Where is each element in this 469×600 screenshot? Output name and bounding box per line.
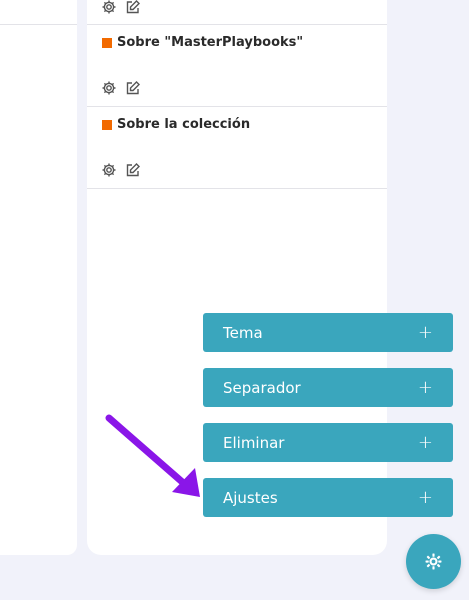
gear-icon[interactable] <box>101 80 117 96</box>
item-title-text: Sobre la colección <box>117 117 251 132</box>
menu-item-label: Tema <box>223 323 263 342</box>
item-title-text: Sobre "MasterPlaybooks" <box>117 35 304 50</box>
divider <box>0 24 77 25</box>
edit-icon[interactable] <box>125 162 141 178</box>
plus-icon: + <box>417 431 433 453</box>
settings-fab[interactable] <box>406 534 461 589</box>
menu-item-label: Separador <box>223 378 301 397</box>
orange-square-icon <box>102 119 112 130</box>
menu-item-eliminar[interactable]: Eliminar + <box>203 423 453 462</box>
edit-icon[interactable] <box>125 80 141 96</box>
item-title: Sobre "MasterPlaybooks" <box>102 35 303 50</box>
orange-square-icon <box>102 37 112 48</box>
gear-icon <box>425 553 442 570</box>
gear-icon[interactable] <box>101 162 117 178</box>
edit-icon[interactable] <box>125 0 141 15</box>
menu-item-label: Eliminar <box>223 433 285 452</box>
plus-icon: + <box>417 376 433 398</box>
item-actions <box>101 0 141 15</box>
left-panel <box>0 0 77 555</box>
plus-icon: + <box>417 486 433 508</box>
list-item[interactable] <box>87 0 387 25</box>
list-item[interactable]: Sobre "MasterPlaybooks" <box>87 25 387 107</box>
gear-icon[interactable] <box>101 0 117 15</box>
menu-item-ajustes[interactable]: Ajustes + <box>203 478 453 517</box>
plus-icon: + <box>417 321 433 343</box>
menu-item-tema[interactable]: Tema + <box>203 313 453 352</box>
item-title: Sobre la colección <box>102 117 250 132</box>
item-actions <box>101 80 141 96</box>
list-item[interactable]: Sobre la colección <box>87 107 387 189</box>
arrow-icon <box>105 414 200 497</box>
item-actions <box>101 162 141 178</box>
menu-item-separador[interactable]: Separador + <box>203 368 453 407</box>
menu-item-label: Ajustes <box>223 488 278 507</box>
